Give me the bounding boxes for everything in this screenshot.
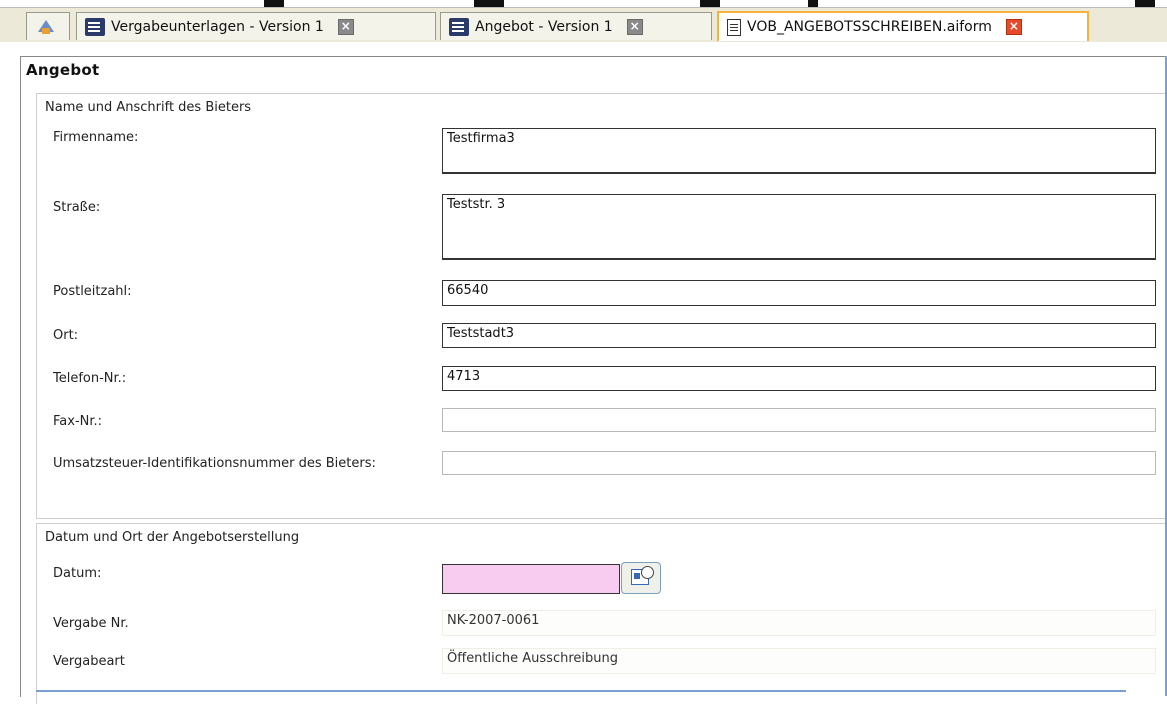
telefon-label: Telefon-Nr.: xyxy=(53,371,127,386)
plz-label: Postleitzahl: xyxy=(53,284,132,299)
firmenname-label: Firmenname: xyxy=(53,130,139,145)
plz-field[interactable]: 66540 xyxy=(442,280,1156,306)
close-icon[interactable]: × xyxy=(1005,19,1022,35)
telefon-field[interactable]: 4713 xyxy=(442,366,1156,391)
clipped-text-fragment xyxy=(264,0,284,7)
clipped-text-fragment xyxy=(474,0,504,7)
fax-label: Fax-Nr.: xyxy=(53,414,103,429)
clock-icon xyxy=(641,566,654,579)
section-title: Name und Anschrift des Bieters xyxy=(45,100,252,115)
vergabe-nr-label: Vergabe Nr. xyxy=(53,616,129,631)
form-title: Angebot xyxy=(26,61,100,79)
vergabe-nr-value: NK-2007-0061 xyxy=(442,610,1156,636)
close-icon[interactable]: × xyxy=(626,18,643,35)
fax-field[interactable] xyxy=(442,408,1156,432)
datum-label: Datum: xyxy=(53,566,102,581)
tab-vergabeunterlagen[interactable]: Vergabeunterlagen - Version 1 × xyxy=(76,12,436,40)
form-icon xyxy=(85,17,105,36)
tab-label: VOB_ANGEBOTSSCHREIBEN.aiform xyxy=(747,19,992,35)
clipped-text-fragment xyxy=(1135,0,1155,7)
tab-label: Angebot - Version 1 xyxy=(475,18,613,35)
datum-field[interactable] xyxy=(442,564,620,594)
ust-id-label: Umsatzsteuer-Identifikationsnummer des B… xyxy=(53,456,376,471)
firmenname-field[interactable]: Testfirma3 xyxy=(442,128,1156,174)
strasse-field[interactable]: Teststr. 3 xyxy=(442,194,1156,260)
tab-home[interactable] xyxy=(26,12,70,40)
ust-id-field[interactable] xyxy=(442,451,1156,475)
section-bieter: Name und Anschrift des Bieters Firmennam… xyxy=(36,93,1167,519)
section-title: Datum und Ort der Angebotserstellung xyxy=(45,530,300,545)
vergabeart-label: Vergabeart xyxy=(53,654,125,669)
vergabeart-value: Öffentliche Ausschreibung xyxy=(442,648,1156,674)
top-strip xyxy=(0,0,1167,8)
tab-label: Vergabeunterlagen - Version 1 xyxy=(111,18,324,35)
clipped-text-fragment xyxy=(808,0,818,7)
form-icon xyxy=(449,17,469,36)
document-icon xyxy=(727,18,741,36)
close-icon[interactable]: × xyxy=(337,18,354,35)
date-picker-button[interactable] xyxy=(621,562,661,594)
section-datum-ort: Datum und Ort der Angebotserstellung Dat… xyxy=(36,523,1167,704)
ort-label: Ort: xyxy=(53,328,79,343)
strasse-label: Straße: xyxy=(53,200,101,215)
home-icon xyxy=(35,18,55,36)
next-section-edge xyxy=(36,690,1126,692)
angebot-form: Angebot Name und Anschrift des Bieters F… xyxy=(20,56,1167,704)
clipped-text-fragment xyxy=(700,0,720,7)
tab-vob-angebotsschreiben[interactable]: VOB_ANGEBOTSSCHREIBEN.aiform × xyxy=(717,11,1089,41)
tab-angebot[interactable]: Angebot - Version 1 × xyxy=(440,12,712,40)
editor-tab-bar: Vergabeunterlagen - Version 1 × Angebot … xyxy=(0,8,1167,42)
ort-field[interactable]: Teststadt3 xyxy=(442,323,1156,348)
